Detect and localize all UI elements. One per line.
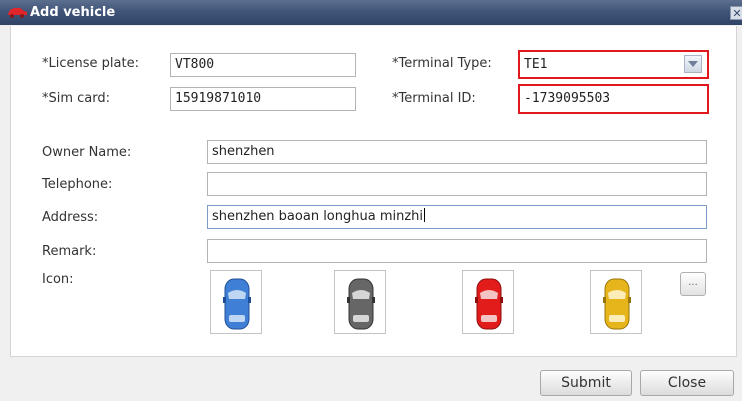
- icon-option-yellow[interactable]: [590, 270, 642, 334]
- owner-name-input[interactable]: shenzhen: [207, 140, 707, 164]
- more-icons-button[interactable]: ...: [680, 272, 706, 296]
- address-input[interactable]: shenzhen baoan longhua minzhi: [207, 205, 707, 229]
- dialog-title: Add vehicle: [30, 5, 116, 20]
- submit-button[interactable]: Submit: [540, 370, 632, 396]
- text-caret: [424, 208, 426, 222]
- terminal-id-input[interactable]: -1739095503: [518, 84, 709, 114]
- add-vehicle-dialog: Add vehicle ✕ *License plate: VT800 *Ter…: [0, 0, 742, 401]
- remark-input[interactable]: [207, 239, 707, 263]
- license-plate-input[interactable]: VT800: [170, 53, 356, 77]
- terminal-id-label: *Terminal ID:: [392, 91, 476, 106]
- remark-label: Remark:: [42, 244, 97, 259]
- address-label: Address:: [42, 210, 99, 225]
- gray-car-icon: [347, 278, 375, 330]
- terminal-type-select[interactable]: TE1: [518, 50, 709, 79]
- icon-option-gray[interactable]: [334, 270, 386, 334]
- chevron-down-icon[interactable]: [684, 55, 702, 73]
- close-icon[interactable]: ✕: [730, 6, 742, 20]
- red-car-icon: [475, 278, 503, 330]
- license-plate-label: *License plate:: [42, 56, 139, 71]
- telephone-input[interactable]: [207, 172, 707, 196]
- yellow-car-icon: [603, 278, 631, 330]
- terminal-type-value: TE1: [524, 57, 548, 72]
- sim-card-label: *Sim card:: [42, 91, 111, 106]
- icon-label: Icon:: [42, 272, 74, 287]
- icon-option-red[interactable]: [462, 270, 514, 334]
- address-value: shenzhen baoan longhua minzhi: [212, 209, 424, 224]
- telephone-label: Telephone:: [42, 177, 113, 192]
- close-button[interactable]: Close: [640, 370, 734, 396]
- car-icon: [8, 8, 27, 18]
- footer-divider: [10, 356, 735, 357]
- icon-option-blue[interactable]: [210, 270, 262, 334]
- sim-card-input[interactable]: 15919871010: [170, 87, 356, 111]
- terminal-type-label: *Terminal Type:: [392, 56, 492, 71]
- blue-car-icon: [223, 278, 251, 330]
- title-bar[interactable]: Add vehicle ✕: [0, 0, 742, 25]
- owner-name-label: Owner Name:: [42, 145, 132, 160]
